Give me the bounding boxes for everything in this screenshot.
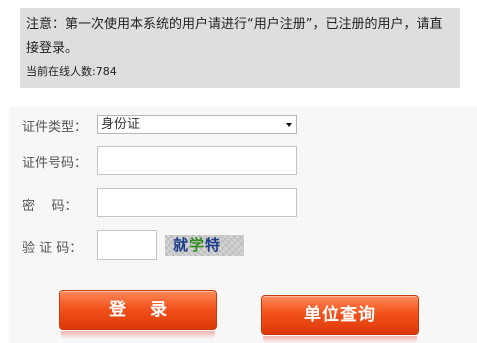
captcha-char: 特: [205, 236, 222, 254]
id-type-selected-value: 身份证: [101, 117, 141, 132]
notice-text: 注意：第一次使用本系统的用户请进行“用户注册”，已注册的用户，请直接登录。: [26, 17, 443, 56]
chevron-down-icon: [286, 123, 292, 127]
notice-box: 注意：第一次使用本系统的用户请进行“用户注册”，已注册的用户，请直接登录。 当前…: [20, 8, 460, 88]
captcha-image[interactable]: 就学特: [165, 235, 244, 256]
id-number-label: 证件号码：: [22, 156, 88, 171]
online-users-label: 当前在线人数:: [26, 65, 96, 78]
captcha-label: 验 证 码：: [22, 241, 83, 256]
password-input[interactable]: [97, 188, 297, 217]
password-label: 密 码：: [22, 199, 78, 214]
id-type-label: 证件类型：: [22, 120, 88, 135]
unit-query-button[interactable]: 单位查询: [261, 295, 419, 335]
online-users: 当前在线人数:784: [26, 64, 452, 80]
captcha-input[interactable]: [97, 230, 157, 260]
login-button-reflection: [61, 331, 215, 339]
login-button[interactable]: 登录: [59, 290, 217, 330]
login-page: 注意：第一次使用本系统的用户请进行“用户注册”，已注册的用户，请直接登录。 当前…: [0, 0, 477, 343]
online-users-count: 784: [95, 65, 117, 78]
captcha-char: 就: [173, 236, 190, 254]
id-type-select[interactable]: 身份证: [97, 115, 297, 134]
query-button-reflection: [263, 336, 417, 343]
captcha-char: 学: [189, 236, 206, 254]
id-number-input[interactable]: [97, 146, 297, 175]
